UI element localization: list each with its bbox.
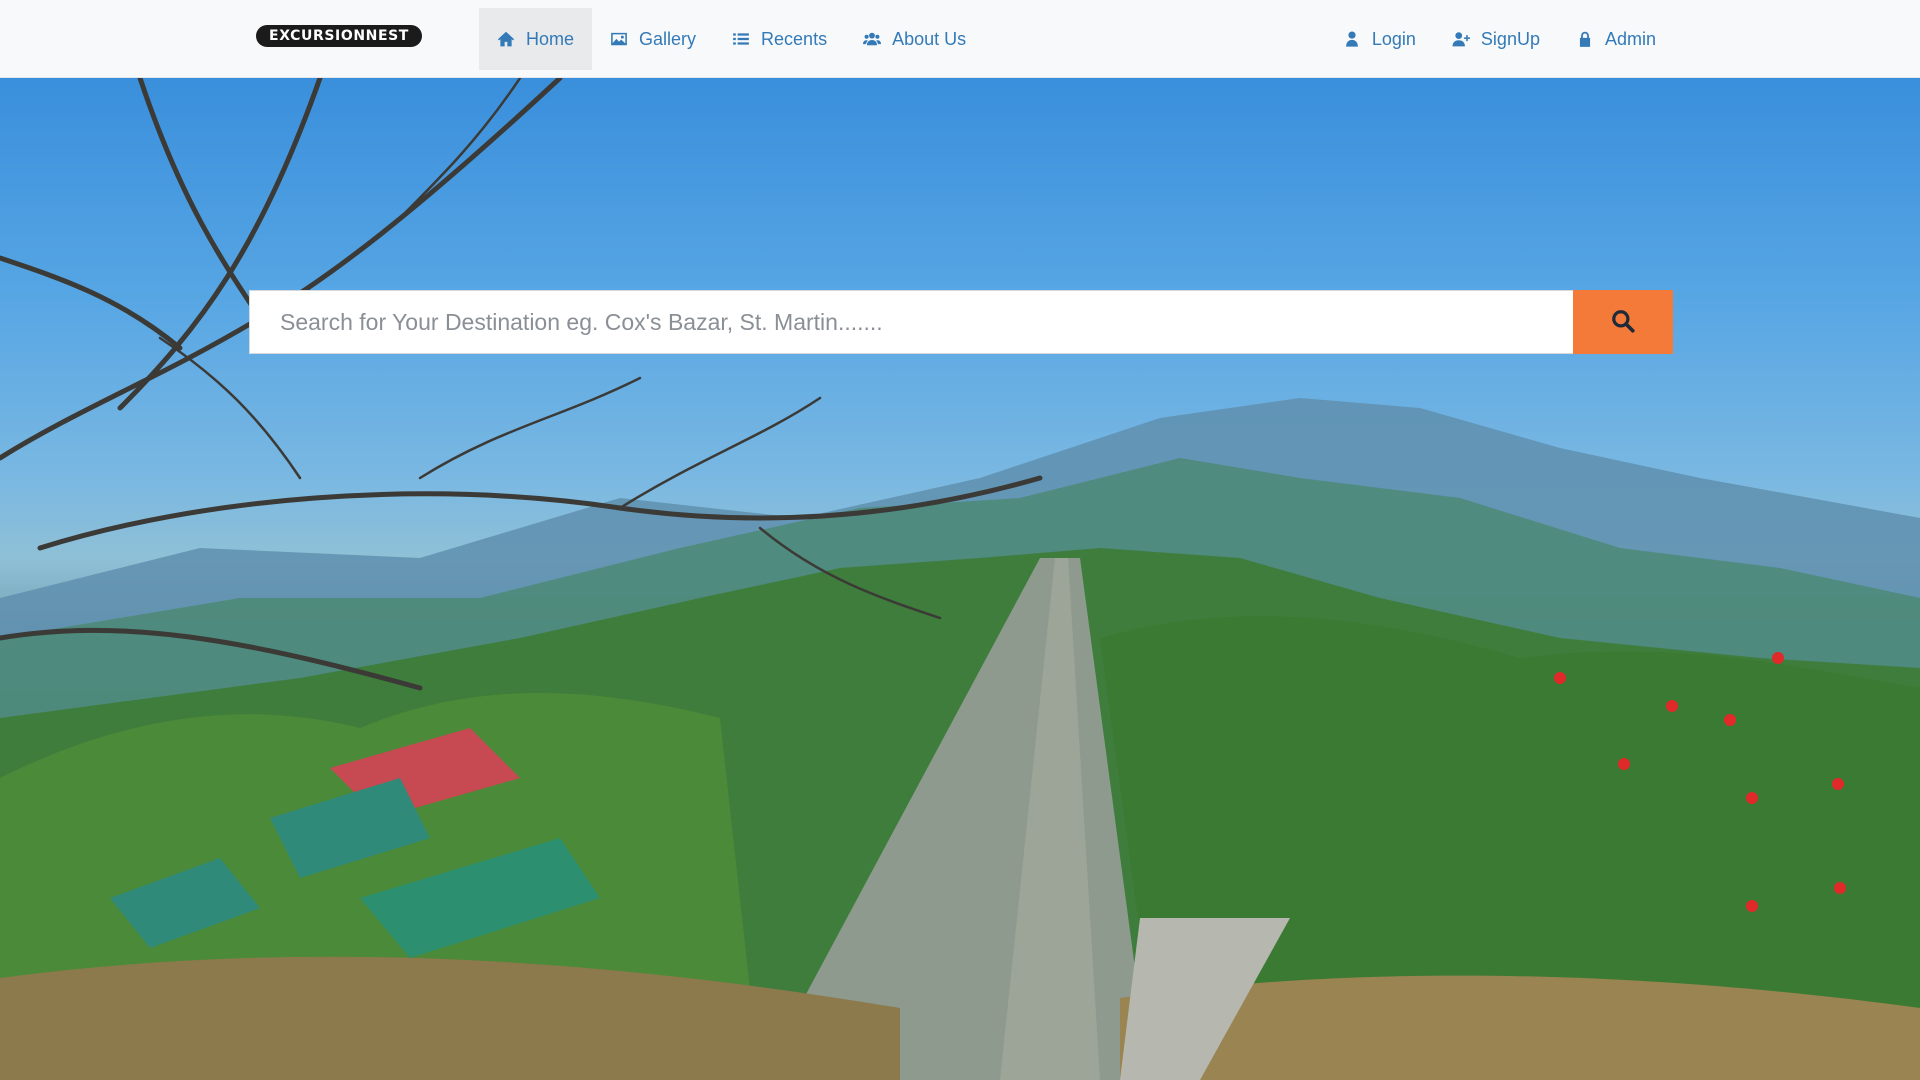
user-plus-icon (1452, 30, 1470, 48)
top-navbar: EXCURSIONNEST Home Gallery Recents About… (0, 0, 1920, 78)
lock-icon (1576, 30, 1594, 48)
nav-about-us-label: About Us (892, 28, 967, 49)
nav-login[interactable]: Login (1325, 8, 1434, 70)
nav-gallery[interactable]: Gallery (592, 8, 714, 70)
nav-home[interactable]: Home (479, 8, 593, 70)
nav-recents-label: Recents (761, 28, 828, 49)
nav-admin[interactable]: Admin (1558, 8, 1674, 70)
hero-landscape-image (0, 78, 1920, 1080)
nav-recents[interactable]: Recents (714, 8, 845, 70)
search-button[interactable] (1573, 290, 1673, 354)
hero-background (0, 78, 1920, 1080)
nav-gallery-label: Gallery (639, 28, 697, 49)
nav-signup[interactable]: SignUp (1434, 8, 1558, 70)
list-icon (732, 30, 750, 48)
search-icon (1610, 308, 1636, 337)
nav-signup-label: SignUp (1480, 28, 1540, 49)
nav-login-label: Login (1371, 28, 1416, 49)
home-icon (497, 30, 515, 48)
user-icon (1343, 30, 1361, 48)
nav-home-label: Home (526, 28, 575, 49)
brand-logo-text: EXCURSIONNEST (269, 28, 409, 44)
nav-about-us[interactable]: About Us (845, 8, 984, 70)
destination-search (249, 290, 1673, 354)
nav-account: Login SignUp Admin (1325, 8, 1674, 70)
nav-primary: Home Gallery Recents About Us (479, 8, 984, 70)
search-input[interactable] (249, 290, 1573, 354)
brand-logo[interactable]: EXCURSIONNEST (256, 25, 422, 47)
nav-admin-label: Admin (1604, 28, 1656, 49)
users-icon (863, 30, 882, 48)
image-icon (610, 30, 628, 48)
